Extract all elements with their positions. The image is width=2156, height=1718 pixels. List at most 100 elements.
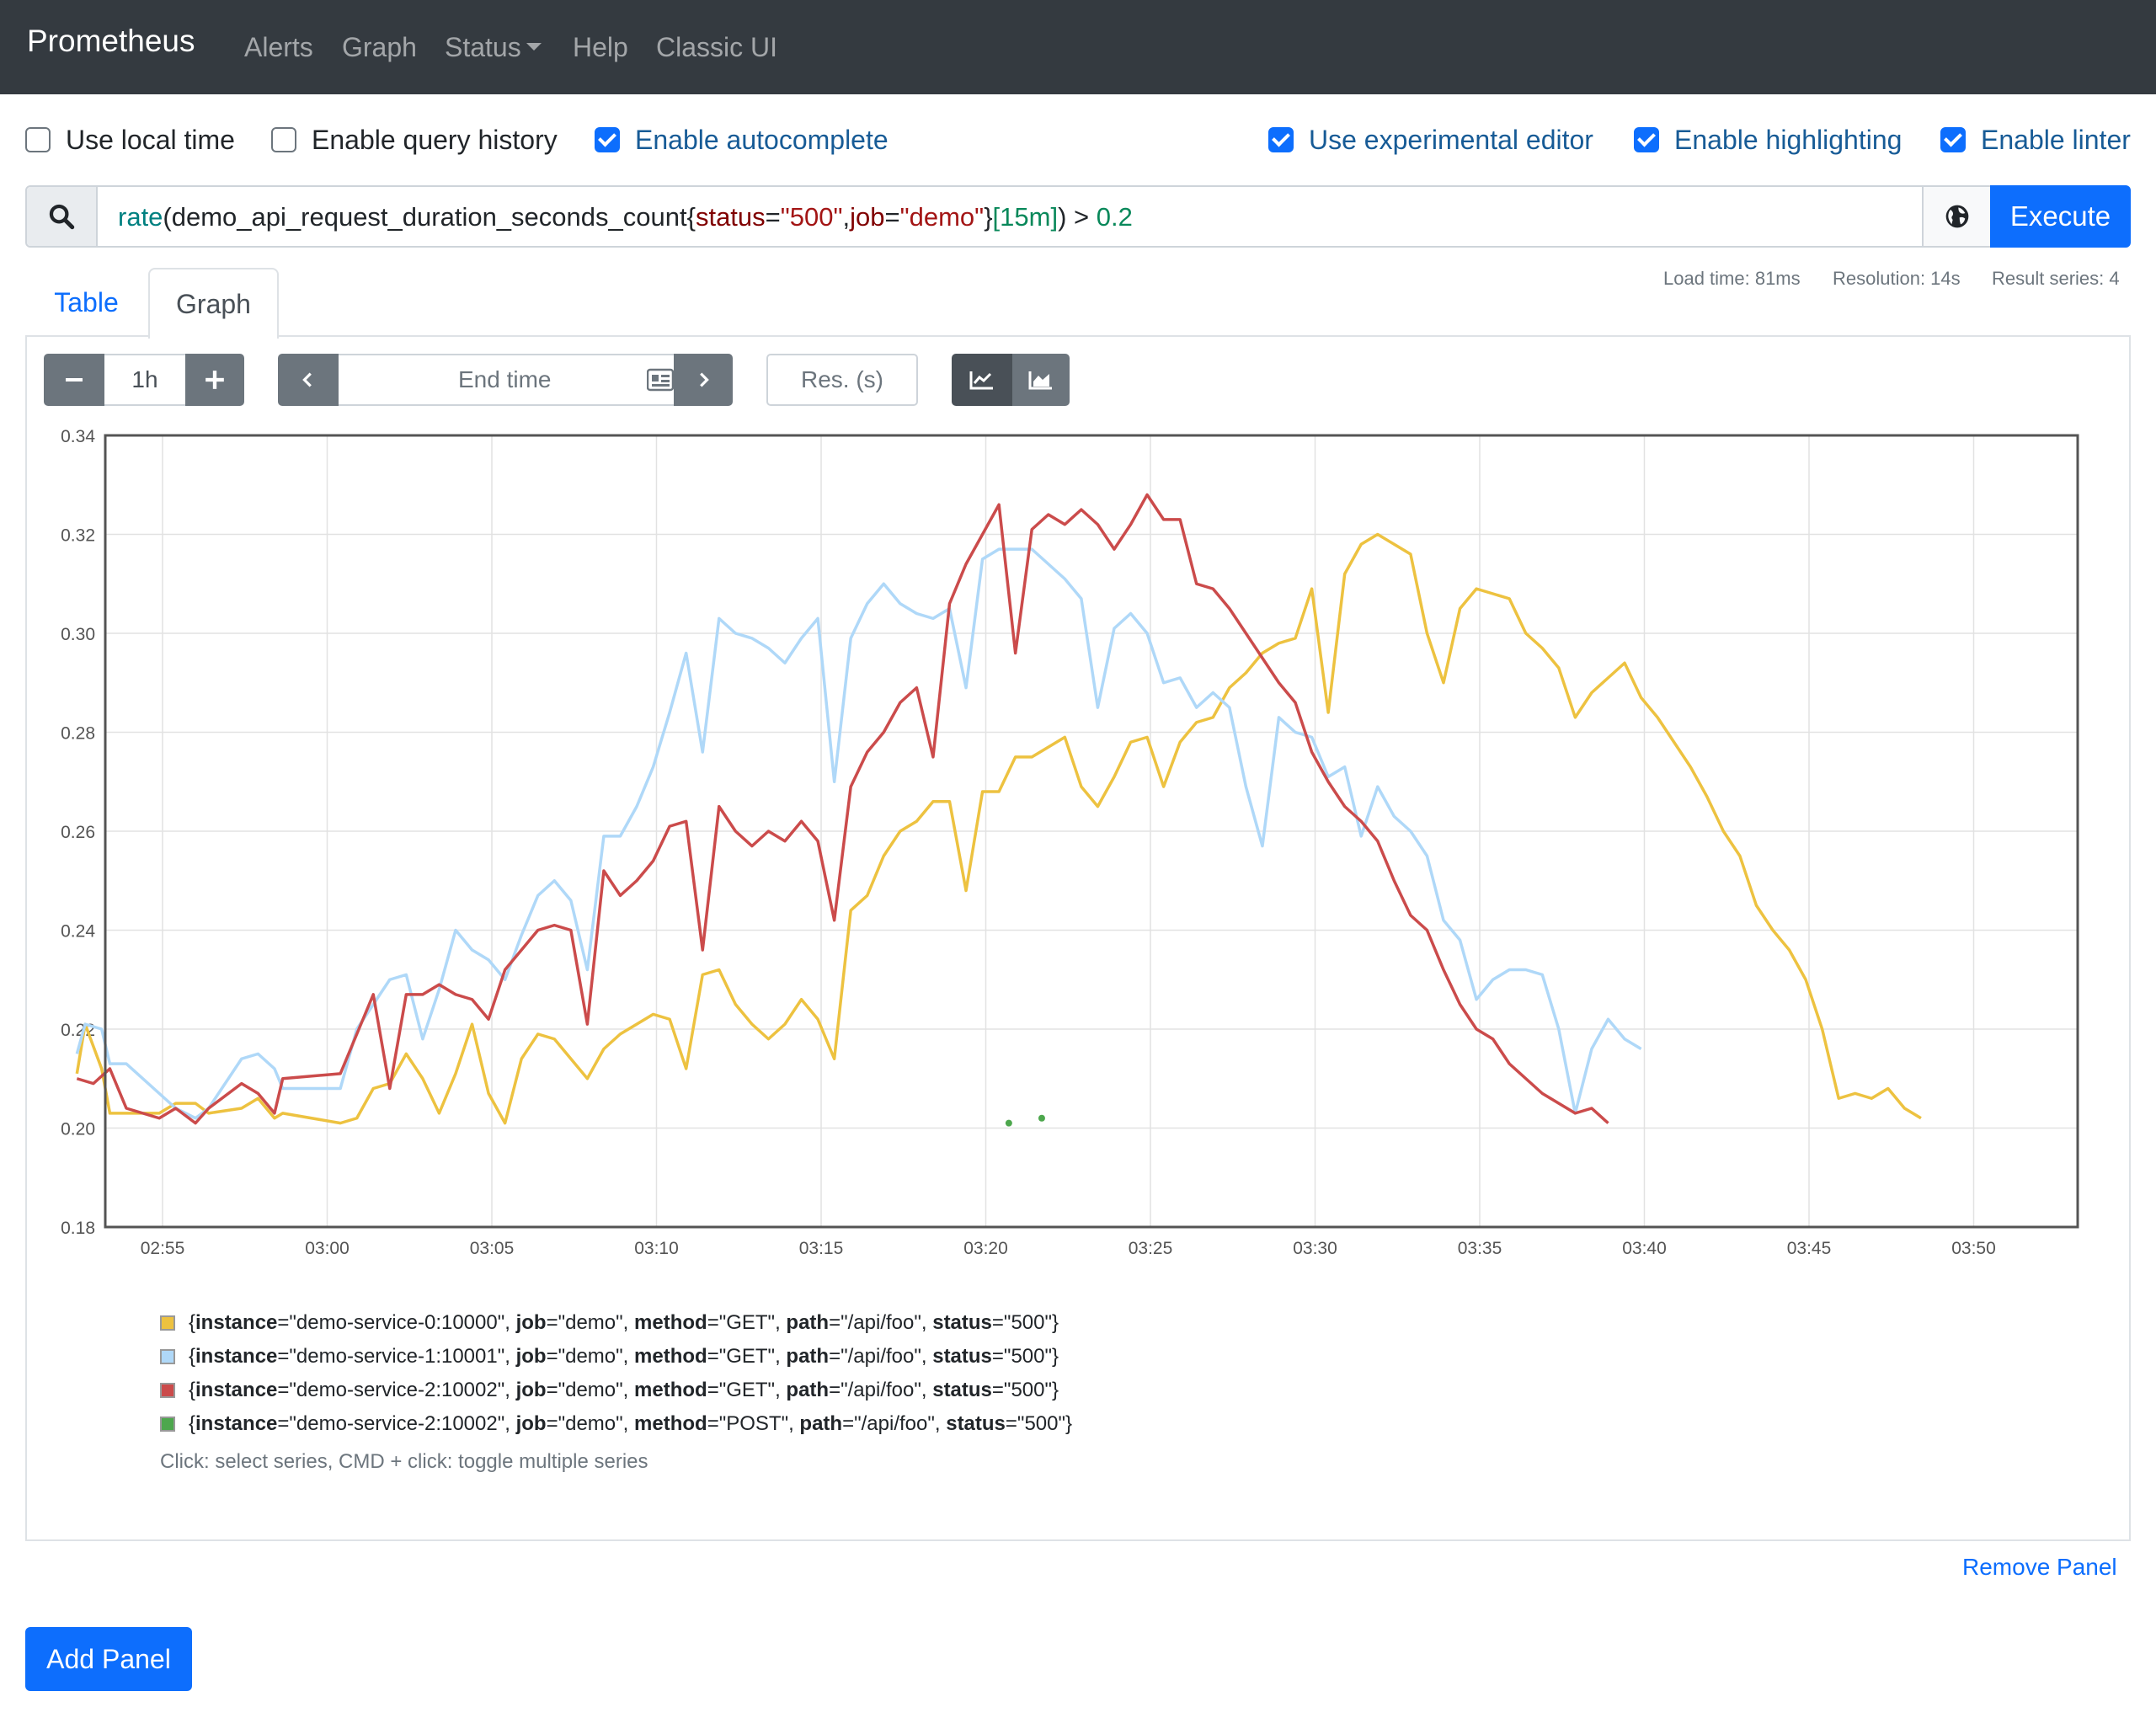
x-tick-label: 03:40 [1622,1239,1667,1258]
y-tick-label: 0.30 [61,625,95,644]
query-expression-input[interactable]: rate(demo_api_request_duration_seconds_c… [118,202,1133,232]
graph-chart[interactable]: 0.340.320.300.280.260.240.220.200.1802:5… [0,413,2156,1263]
y-tick-label: 0.20 [61,1120,95,1139]
legend-label: {instance="demo-service-0:10000", job="d… [189,1311,1059,1334]
label-enable-linter: Enable linter [1981,124,2131,155]
nav-link-status[interactable]: Status [445,32,542,63]
legend-swatch [160,1349,175,1364]
query-metric: demo_api_request_duration_seconds_count [171,202,687,232]
option-enable-query-history[interactable]: Enable query history [271,120,558,160]
legend-item[interactable]: {instance="demo-service-1:10001", job="d… [160,1342,1059,1372]
checkbox-enable-highlighting[interactable] [1634,127,1659,152]
option-enable-linter[interactable]: Enable linter [1940,120,2131,160]
legend-swatch [160,1417,175,1432]
area-chart-icon [1028,371,1052,390]
end-time-back-button[interactable] [278,354,339,406]
checkbox-use-experimental-editor[interactable] [1268,127,1294,152]
query-value-job: "demo" [899,202,985,232]
checkbox-use-local-time[interactable] [25,127,51,152]
query-paren-close: ) [1058,202,1067,232]
y-tick-label: 0.28 [61,724,95,744]
query-brace-close: } [984,202,993,232]
series-point-3 [1005,1119,1012,1127]
y-tick-label: 0.26 [61,823,95,842]
query-eq1: = [765,202,781,232]
resolution-text: Resolution: 14s [1833,268,1961,289]
resolution-input[interactable]: Res. (s) [766,354,918,406]
minus-icon [66,378,83,381]
nav-link-help[interactable]: Help [573,32,628,63]
execute-button[interactable]: Execute [1990,185,2131,248]
legend-item[interactable]: {instance="demo-service-2:10002", job="d… [160,1409,1072,1439]
navbar: Prometheus Alerts Graph Status Help Clas… [0,0,2156,94]
chevron-down-icon [526,43,542,51]
nav-link-graph[interactable]: Graph [342,32,417,63]
x-tick-label: 03:05 [470,1239,515,1258]
option-use-local-time[interactable]: Use local time [25,120,235,160]
x-tick-label: 03:00 [305,1239,350,1258]
nav-link-status-label: Status [445,32,521,62]
stacked-on-button[interactable] [1012,354,1070,406]
x-tick-label: 03:25 [1129,1239,1173,1258]
end-time-input[interactable]: End time [339,354,674,406]
x-tick-label: 03:30 [1293,1239,1337,1258]
y-tick-label: 0.34 [61,427,95,446]
legend-label: {instance="demo-service-2:10002", job="d… [189,1379,1059,1401]
load-time-text: Load time: 81ms [1663,268,1801,289]
result-series-text: Result series: 4 [1992,268,2120,289]
y-tick-label: 0.18 [61,1219,95,1238]
option-use-experimental-editor[interactable]: Use experimental editor [1268,120,1593,160]
remove-panel-link[interactable]: Remove Panel [1962,1554,2117,1581]
line-chart-icon [969,371,993,390]
chevron-right-icon [700,372,709,387]
y-tick-label: 0.32 [61,526,95,546]
label-enable-query-history: Enable query history [312,124,558,155]
legend-item[interactable]: {instance="demo-service-0:10000", job="d… [160,1308,1059,1338]
label-enable-autocomplete: Enable autocomplete [635,124,889,155]
x-tick-label: 03:10 [634,1239,679,1258]
query-brace-open: { [686,202,696,232]
x-tick-label: 03:15 [799,1239,844,1258]
query-label-status: status [695,202,766,232]
query-range: [15m] [992,202,1059,232]
metrics-explorer-button[interactable] [1922,187,1991,246]
stacked-off-button[interactable] [952,354,1012,406]
x-tick-label: 02:55 [141,1239,185,1258]
resolution-placeholder: Res. (s) [801,366,883,392]
legend-item[interactable]: {instance="demo-service-2:10002", job="d… [160,1375,1059,1406]
series-line-1 [75,547,1642,1120]
end-time-forward-button[interactable] [674,354,733,406]
option-enable-autocomplete[interactable]: Enable autocomplete [595,120,889,160]
option-enable-highlighting[interactable]: Enable highlighting [1634,120,1902,160]
x-tick-label: 03:45 [1787,1239,1832,1258]
query-input-group: rate(demo_api_request_duration_seconds_c… [25,185,2130,248]
x-tick-label: 03:50 [1951,1239,1996,1258]
range-value: 1h [131,366,158,392]
end-time-placeholder: End time [458,366,552,392]
range-decrease-button[interactable] [44,354,104,406]
nav-link-classic-ui[interactable]: Classic UI [656,32,777,63]
query-paren-open: ( [163,202,172,232]
checkbox-enable-autocomplete[interactable] [595,127,620,152]
brand-logo[interactable]: Prometheus [27,24,195,59]
globe-icon [1945,205,1969,228]
range-input[interactable]: 1h [104,354,185,406]
add-panel-button[interactable]: Add Panel [25,1627,192,1691]
checkbox-enable-query-history[interactable] [271,127,296,152]
checkbox-enable-linter[interactable] [1940,127,1966,152]
legend-label: {instance="demo-service-2:10002", job="d… [189,1412,1073,1435]
y-tick-label: 0.24 [61,922,95,942]
tab-table[interactable]: Table [34,268,139,337]
series-point-3 [1038,1114,1045,1122]
range-increase-button[interactable] [185,354,244,406]
legend-hint: Click: select series, CMD + click: toggl… [160,1450,648,1473]
query-number: 0.2 [1096,202,1133,232]
nav-link-alerts[interactable]: Alerts [244,32,313,63]
tab-graph[interactable]: Graph [148,268,279,339]
label-enable-highlighting: Enable highlighting [1674,124,1903,155]
label-use-local-time: Use local time [66,124,235,155]
query-comma: , [842,202,851,232]
legend-label: {instance="demo-service-1:10001", job="d… [189,1345,1059,1368]
calendar-icon[interactable] [647,368,674,392]
plus-icon [205,371,224,389]
